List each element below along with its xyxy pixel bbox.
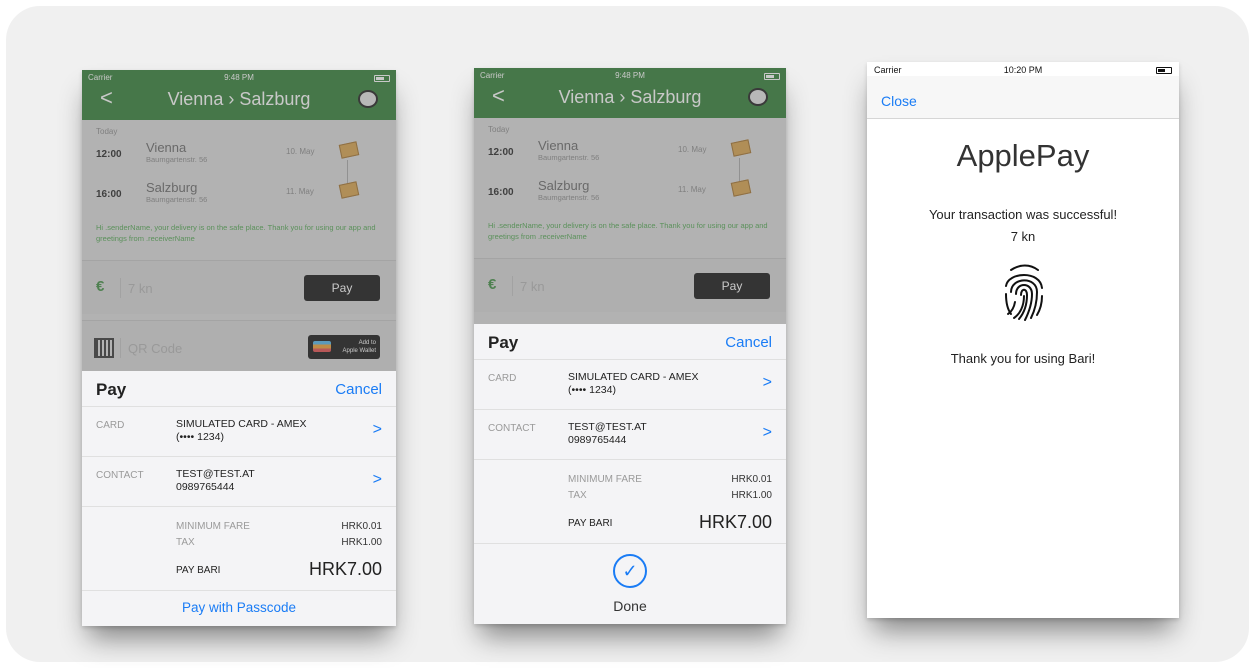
contact-row[interactable]: CONTACT TEST@TEST.AT 0989765444 > [82, 457, 396, 507]
done-label: Done [613, 598, 647, 614]
pay-total-value: HRK7.00 [308, 559, 382, 579]
contact-label: CONTACT [96, 470, 144, 481]
totals-section: MINIMUM FARE HRK0.01 TAX HRK1.00 PAY BAR… [474, 460, 786, 544]
checkmark-icon: ✓ [613, 554, 647, 588]
card-row[interactable]: CARD SIMULATED CARD - AMEX (•••• 1234) > [82, 407, 396, 457]
close-button[interactable]: Close [881, 93, 917, 109]
card-row[interactable]: CARD SIMULATED CARD - AMEX (•••• 1234) > [474, 360, 786, 410]
contact-phone: 0989765444 [176, 481, 235, 493]
cancel-button[interactable]: Cancel [725, 334, 772, 351]
tax-label: TAX [176, 537, 195, 548]
apple-pay-logo: Pay [96, 380, 127, 399]
minimum-fare-label: MINIMUM FARE [176, 521, 250, 532]
tax-value: HRK1.00 [731, 490, 772, 501]
apple-pay-sheet: Pay Cancel CARD SIMULATED CARD - AMEX (•… [474, 324, 786, 624]
totals-section: MINIMUM FARE HRK0.01 TAX HRK1.00 PAY BAR… [82, 507, 396, 591]
phone-screen-result: Carrier 10:20 PM Close ApplePay Your tra… [867, 62, 1179, 618]
card-name: SIMULATED CARD - AMEX [176, 418, 307, 430]
result-title: ApplePay [956, 138, 1090, 173]
card-number: (•••• 1234) [568, 384, 616, 396]
tax-value: HRK1.00 [341, 537, 382, 548]
done-status: ✓ Done [474, 544, 786, 624]
result-message: Your transaction was successful! [928, 207, 1118, 222]
minimum-fare-label: MINIMUM FARE [568, 474, 642, 485]
contact-label: CONTACT [488, 423, 536, 434]
contact-email: TEST@TEST.AT [176, 468, 255, 480]
result-amount: 7 kn [1010, 229, 1036, 244]
minimum-fare-value: HRK0.01 [731, 474, 772, 485]
pay-total-label: PAY BARI [176, 565, 221, 576]
tax-label: TAX [568, 490, 587, 501]
card-name: SIMULATED CARD - AMEX [568, 371, 699, 383]
thank-you-message: Thank you for using Bari! [950, 351, 1096, 366]
fingerprint-icon [1005, 264, 1043, 321]
contact-row[interactable]: CONTACT TEST@TEST.AT 0989765444 > [474, 410, 786, 460]
sheet-header: Pay Cancel [474, 324, 786, 360]
phone-screen-payment-done: Carrier 9:48 PM < Vienna › Salzburg Toda… [474, 68, 786, 624]
status-time: 10:20 PM [1003, 65, 1043, 75]
cancel-button[interactable]: Cancel [335, 381, 382, 398]
contact-email: TEST@TEST.AT [568, 421, 647, 433]
sheet-header: Pay Cancel [82, 371, 396, 407]
pay-total-value: HRK7.00 [698, 512, 772, 532]
phone-screen-payment-sheet: Carrier 9:48 PM < Vienna › Salzburg Toda… [82, 70, 396, 626]
chevron-right-icon: > [372, 471, 382, 488]
pay-total-label: PAY BARI [568, 518, 613, 529]
apple-pay-sheet: Pay Cancel CARD SIMULATED CARD - AMEX (•… [82, 371, 396, 626]
card-label: CARD [488, 373, 517, 384]
card-number: (•••• 1234) [176, 431, 224, 443]
apple-pay-logo: Pay [488, 333, 519, 352]
battery-icon [1156, 67, 1172, 74]
minimum-fare-value: HRK0.01 [341, 521, 382, 532]
chevron-right-icon: > [372, 421, 382, 438]
nav-bar: Close [867, 76, 1179, 119]
chevron-right-icon: > [762, 424, 772, 441]
chevron-right-icon: > [762, 374, 772, 391]
pay-with-passcode-button[interactable]: Pay with Passcode [82, 591, 396, 625]
card-label: CARD [96, 420, 125, 431]
contact-phone: 0989765444 [568, 434, 627, 446]
